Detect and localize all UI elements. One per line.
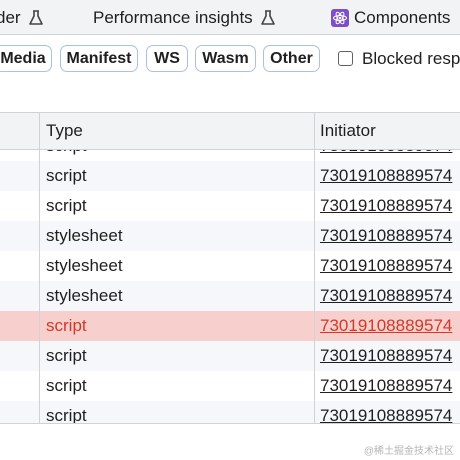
cell-initiator-link[interactable]: 73019108889574 — [320, 161, 452, 191]
table-row[interactable]: script 73019108889574 — [0, 161, 460, 191]
cell-initiator-link[interactable]: 73019108889574 — [320, 221, 452, 251]
watermark-text: @稀土掘金技术社区 — [363, 446, 454, 457]
cell-type: stylesheet — [46, 226, 123, 245]
table-row[interactable]: script 73019108889574 — [0, 311, 460, 341]
cell-initiator-link[interactable]: 73019108889574 — [320, 281, 452, 311]
cell-initiator-link[interactable]: 73019108889574 — [320, 251, 452, 281]
cell-type: script — [46, 376, 87, 395]
filter-chip-other[interactable]: Other — [263, 45, 320, 72]
table-row[interactable]: script 73019108889574 — [0, 191, 460, 221]
table-body: script 73019108889574 script 73019108889574… — [0, 150, 460, 424]
column-divider[interactable] — [39, 113, 40, 423]
table-row[interactable]: stylesheet 73019108889574 — [0, 221, 460, 251]
table-row[interactable]: script 73019108889574 — [0, 150, 460, 161]
filter-chip-media[interactable]: Media — [0, 45, 52, 72]
cell-initiator-link[interactable]: 73019108889574 — [320, 401, 452, 423]
network-requests-table: Type Initiator script 73019108889574 scrip… — [0, 113, 460, 424]
table-row[interactable]: script 73019108889574 — [0, 371, 460, 401]
cell-type: script — [46, 316, 87, 335]
tab-performance-insights[interactable]: Performance insights — [93, 0, 277, 35]
table-row[interactable]: stylesheet 73019108889574 — [0, 251, 460, 281]
column-header-type[interactable]: Type — [46, 113, 83, 149]
filter-chip-manifest[interactable]: Manifest — [60, 45, 138, 72]
blocked-responses-toggle[interactable]: Blocked resp — [338, 45, 460, 72]
cell-initiator-link[interactable]: 73019108889574 — [320, 191, 452, 221]
cell-type: script — [46, 196, 87, 215]
cell-initiator-link[interactable]: 73019108889574 — [320, 371, 452, 401]
cell-initiator-link[interactable]: 73019108889574 — [320, 341, 452, 371]
table-header: Type Initiator — [0, 113, 460, 150]
react-icon — [331, 8, 349, 27]
tab-components-label: Components — [354, 7, 451, 27]
cell-initiator-link[interactable]: 73019108889574 — [320, 150, 452, 161]
flask-icon — [28, 9, 43, 25]
table-row[interactable]: script 73019108889574 — [0, 341, 460, 371]
filter-chip-ws[interactable]: WS — [146, 45, 188, 72]
tab-performance-insights-label: Performance insights — [93, 7, 253, 27]
tab-recorder-label: der — [0, 7, 21, 27]
cell-type: script — [46, 346, 87, 365]
filter-chip-wasm[interactable]: Wasm — [195, 45, 256, 72]
cell-type: stylesheet — [46, 256, 123, 275]
cell-type: script — [46, 150, 87, 161]
column-divider[interactable] — [314, 113, 315, 423]
panel-tab-bar: der Performance insights Components — [0, 0, 460, 35]
cell-type: script — [46, 166, 87, 185]
flask-icon — [260, 9, 275, 25]
column-header-initiator[interactable]: Initiator — [320, 113, 376, 149]
table-row[interactable]: script 73019108889574 — [0, 401, 460, 424]
tab-components[interactable]: Components — [331, 0, 450, 35]
cell-type: script — [46, 406, 87, 424]
blocked-responses-label: Blocked resp — [362, 48, 460, 68]
cell-initiator-link[interactable]: 73019108889574 — [320, 311, 452, 341]
cell-type: stylesheet — [46, 286, 123, 305]
tab-recorder[interactable]: der — [0, 0, 45, 35]
table-row[interactable]: stylesheet 73019108889574 — [0, 281, 460, 311]
blocked-responses-checkbox[interactable] — [338, 51, 353, 66]
